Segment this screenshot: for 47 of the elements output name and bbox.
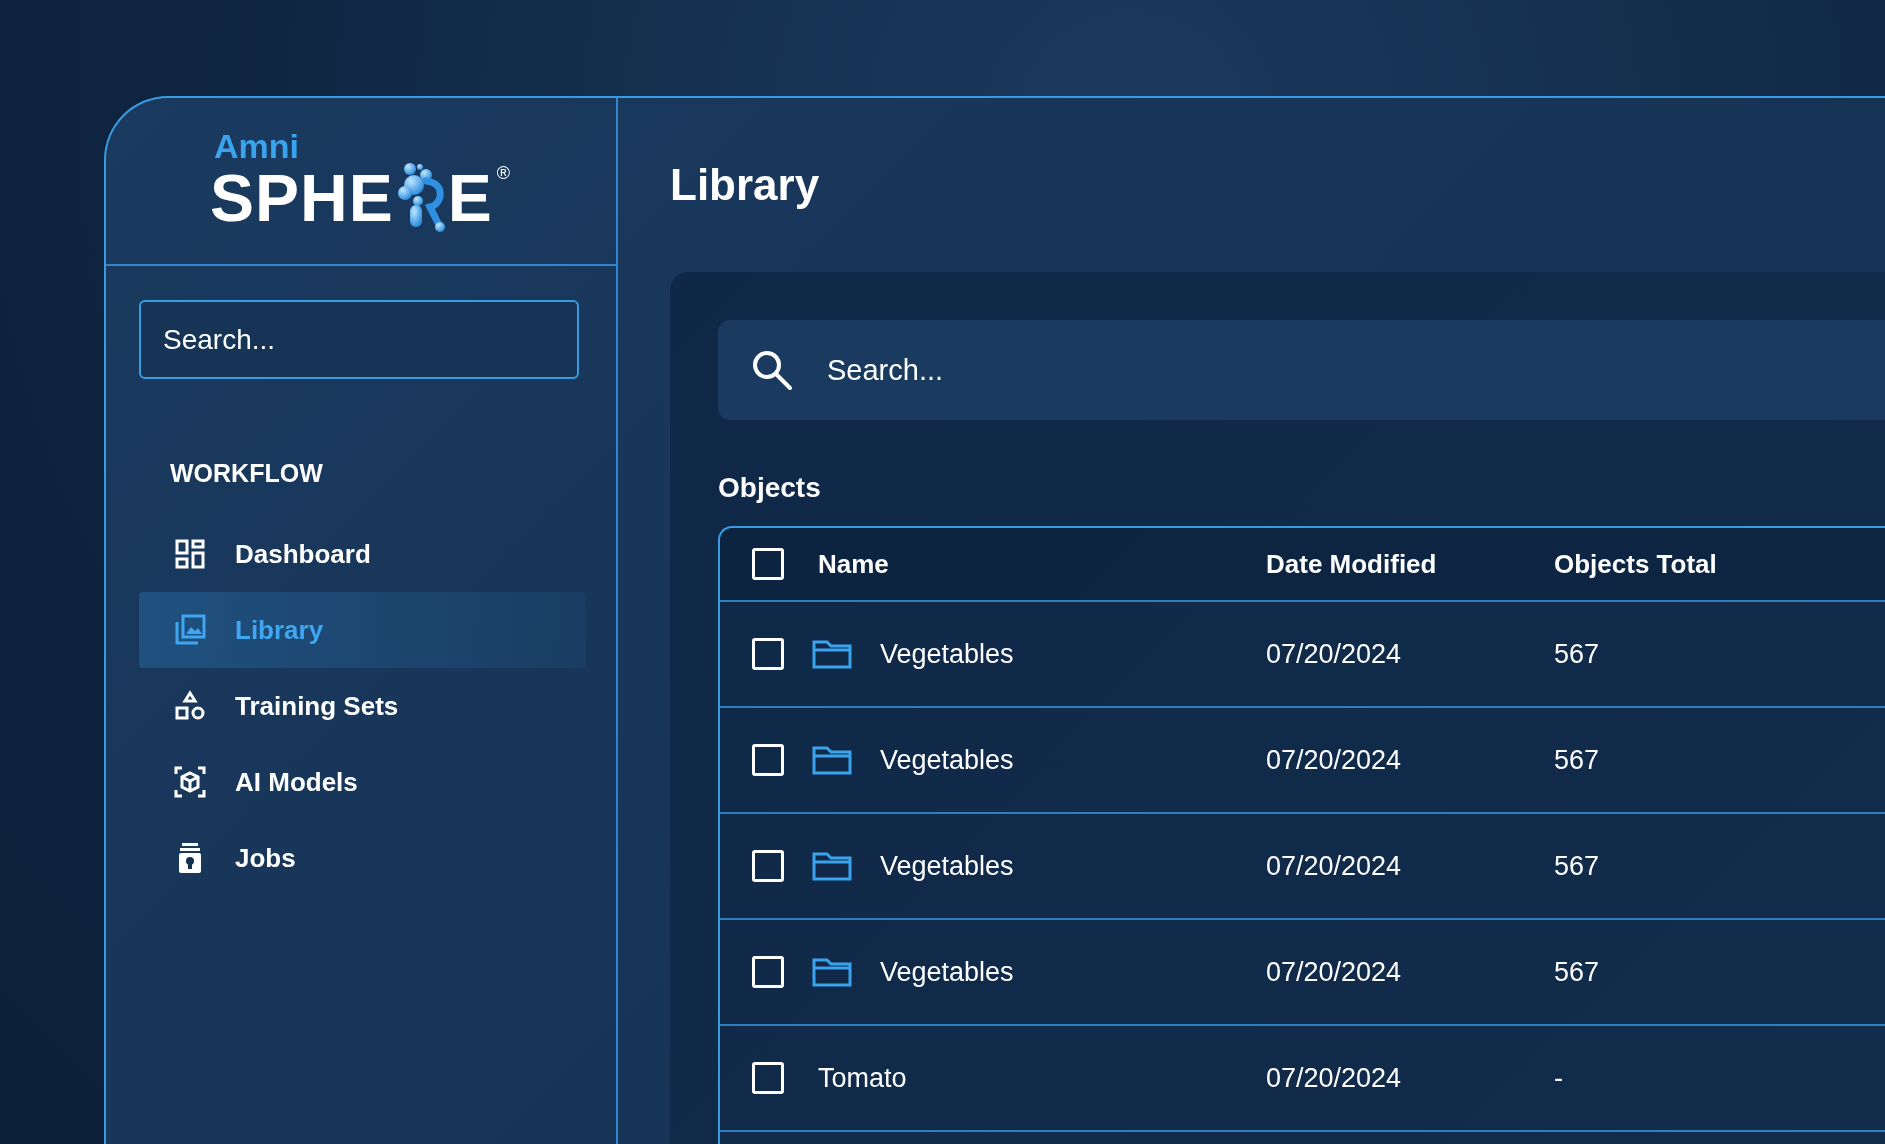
search-icon bbox=[750, 348, 794, 392]
table-cell: 07/20/2024 bbox=[1266, 850, 1402, 881]
checkbox[interactable] bbox=[752, 638, 784, 670]
logo-text: Amni bbox=[214, 129, 299, 163]
table-cell: 07/20/2024 bbox=[1266, 1062, 1402, 1093]
folder-icon bbox=[812, 638, 852, 670]
nav-item[interactable]: Dashboard bbox=[139, 516, 586, 592]
checkbox[interactable] bbox=[752, 744, 784, 776]
column-header: Objects Total bbox=[1554, 548, 1717, 579]
table-cell: 567 bbox=[1554, 638, 1600, 669]
bubble-letter-drawing bbox=[395, 163, 446, 233]
cube-scan-icon bbox=[173, 765, 207, 799]
logo-text: SPHE bbox=[210, 165, 394, 231]
checkbox[interactable] bbox=[752, 956, 784, 988]
table-cell: 07/20/2024 bbox=[1266, 744, 1402, 775]
shapes-icon bbox=[173, 690, 207, 722]
table-cell: Tomato bbox=[818, 1062, 907, 1094]
search-field[interactable]: Search... bbox=[718, 320, 1885, 420]
section-heading: WORKFLOW bbox=[170, 459, 323, 488]
table-cell: Vegetables bbox=[880, 744, 1014, 776]
table-cell: 07/20/2024 bbox=[1266, 638, 1402, 669]
page-title: Library bbox=[670, 159, 820, 211]
column-header: Date Modified bbox=[1266, 548, 1437, 579]
table-cell: 07/20/2024 bbox=[1266, 956, 1402, 987]
table-cell: Vegetables bbox=[880, 638, 1014, 670]
checkbox[interactable] bbox=[752, 850, 784, 882]
logo-text: E bbox=[447, 165, 493, 231]
table-cell: 567 bbox=[1554, 744, 1600, 775]
section-heading: Objects bbox=[718, 472, 821, 504]
checkbox[interactable] bbox=[752, 548, 784, 580]
search-field[interactable]: Search... bbox=[139, 300, 579, 379]
nav-item[interactable]: AI Models bbox=[139, 744, 586, 820]
table-cell: 567 bbox=[1554, 956, 1600, 987]
column-header: Name bbox=[818, 548, 889, 580]
registered-mark: ® bbox=[496, 163, 511, 184]
table-cell: - bbox=[1554, 1062, 1563, 1093]
table-cell: 567 bbox=[1554, 850, 1600, 881]
nav-item[interactable]: Jobs bbox=[139, 820, 586, 896]
folder-icon bbox=[812, 956, 852, 988]
table-cell: Vegetables bbox=[880, 956, 1014, 988]
folder-icon bbox=[812, 850, 852, 882]
checkbox[interactable] bbox=[752, 1062, 784, 1094]
dashboard-icon bbox=[173, 538, 207, 570]
nav-item[interactable]: Training Sets bbox=[139, 668, 586, 744]
image-stack-icon bbox=[173, 613, 207, 647]
table-cell: Vegetables bbox=[880, 850, 1014, 882]
folder-icon bbox=[812, 744, 852, 776]
